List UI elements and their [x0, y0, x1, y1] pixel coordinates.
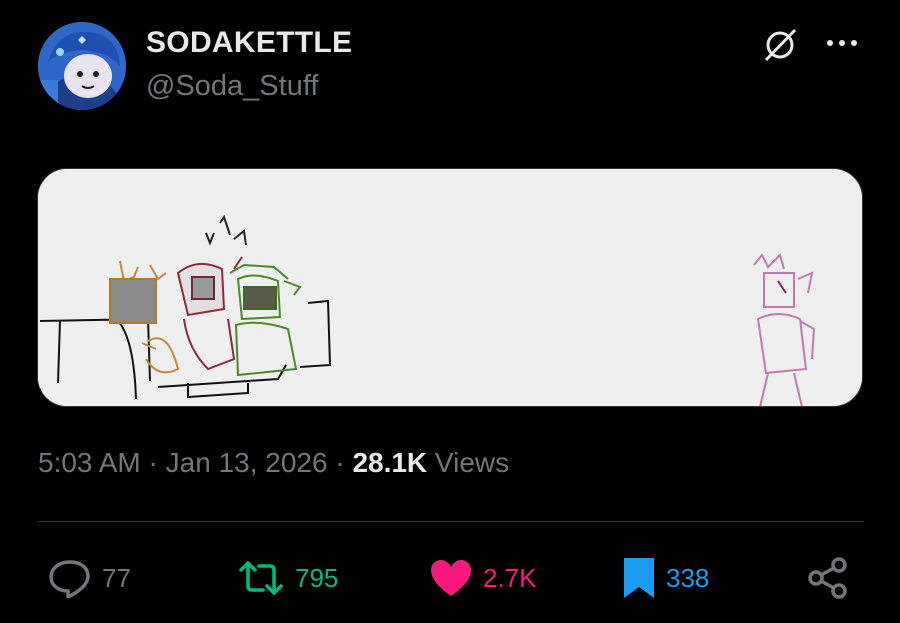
- grok-icon[interactable]: [761, 27, 801, 63]
- share-icon: [808, 557, 847, 599]
- bookmark-button[interactable]: 338: [622, 556, 709, 600]
- author-handle[interactable]: @Soda_Stuff: [146, 70, 318, 103]
- views-label: Views: [427, 447, 510, 478]
- heart-icon: [431, 560, 471, 596]
- author-display-name[interactable]: SODAKETTLE: [146, 26, 352, 60]
- reply-count: 77: [102, 562, 131, 593]
- views-count[interactable]: 28.1K: [352, 447, 427, 478]
- meta-separator: ·: [140, 447, 166, 478]
- more-options-icon[interactable]: [822, 28, 862, 58]
- sketch-illustration: [38, 169, 862, 406]
- like-button[interactable]: 2.7K: [429, 556, 537, 600]
- meta-separator: ·: [327, 447, 353, 478]
- tweet-meta: 5:03 AM · Jan 13, 2026 · 28.1K Views: [38, 447, 509, 479]
- author-avatar[interactable]: [38, 22, 126, 110]
- repost-icon: [239, 561, 283, 595]
- tweet-time[interactable]: 5:03 AM: [38, 447, 141, 478]
- like-count: 2.7K: [483, 562, 537, 593]
- tweet-media-image[interactable]: [37, 168, 863, 407]
- bookmark-icon: [624, 558, 654, 598]
- divider: [38, 521, 864, 522]
- bookmark-count: 338: [666, 562, 710, 593]
- repost-button[interactable]: 795: [237, 556, 338, 600]
- reply-button[interactable]: 77: [48, 556, 131, 600]
- tweet-date[interactable]: Jan 13, 2026: [166, 447, 328, 478]
- share-button[interactable]: [806, 556, 850, 600]
- reply-icon: [49, 560, 90, 598]
- repost-count: 795: [295, 562, 339, 593]
- avatar-image: [38, 22, 126, 110]
